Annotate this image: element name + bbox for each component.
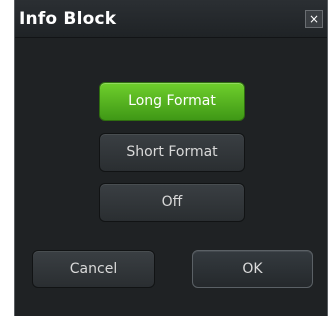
short-format-button[interactable]: Short Format	[99, 133, 245, 172]
cancel-label: Cancel	[69, 261, 118, 277]
cancel-button[interactable]: Cancel	[32, 250, 155, 288]
info-block-dialog: Info Block × Long Format Short Format Of…	[14, 0, 328, 316]
close-icon[interactable]: ×	[305, 10, 323, 28]
long-format-label: Long Format	[128, 93, 216, 109]
ok-button[interactable]: OK	[192, 250, 313, 288]
off-label: Off	[161, 194, 183, 210]
off-button[interactable]: Off	[99, 183, 245, 222]
short-format-label: Short Format	[126, 144, 218, 160]
ok-label: OK	[242, 261, 263, 277]
long-format-button[interactable]: Long Format	[99, 82, 245, 121]
dialog-titlebar: Info Block ×	[15, 0, 327, 38]
dialog-title: Info Block	[19, 9, 117, 29]
screen-background: Info Block × Long Format Short Format Of…	[0, 0, 336, 316]
